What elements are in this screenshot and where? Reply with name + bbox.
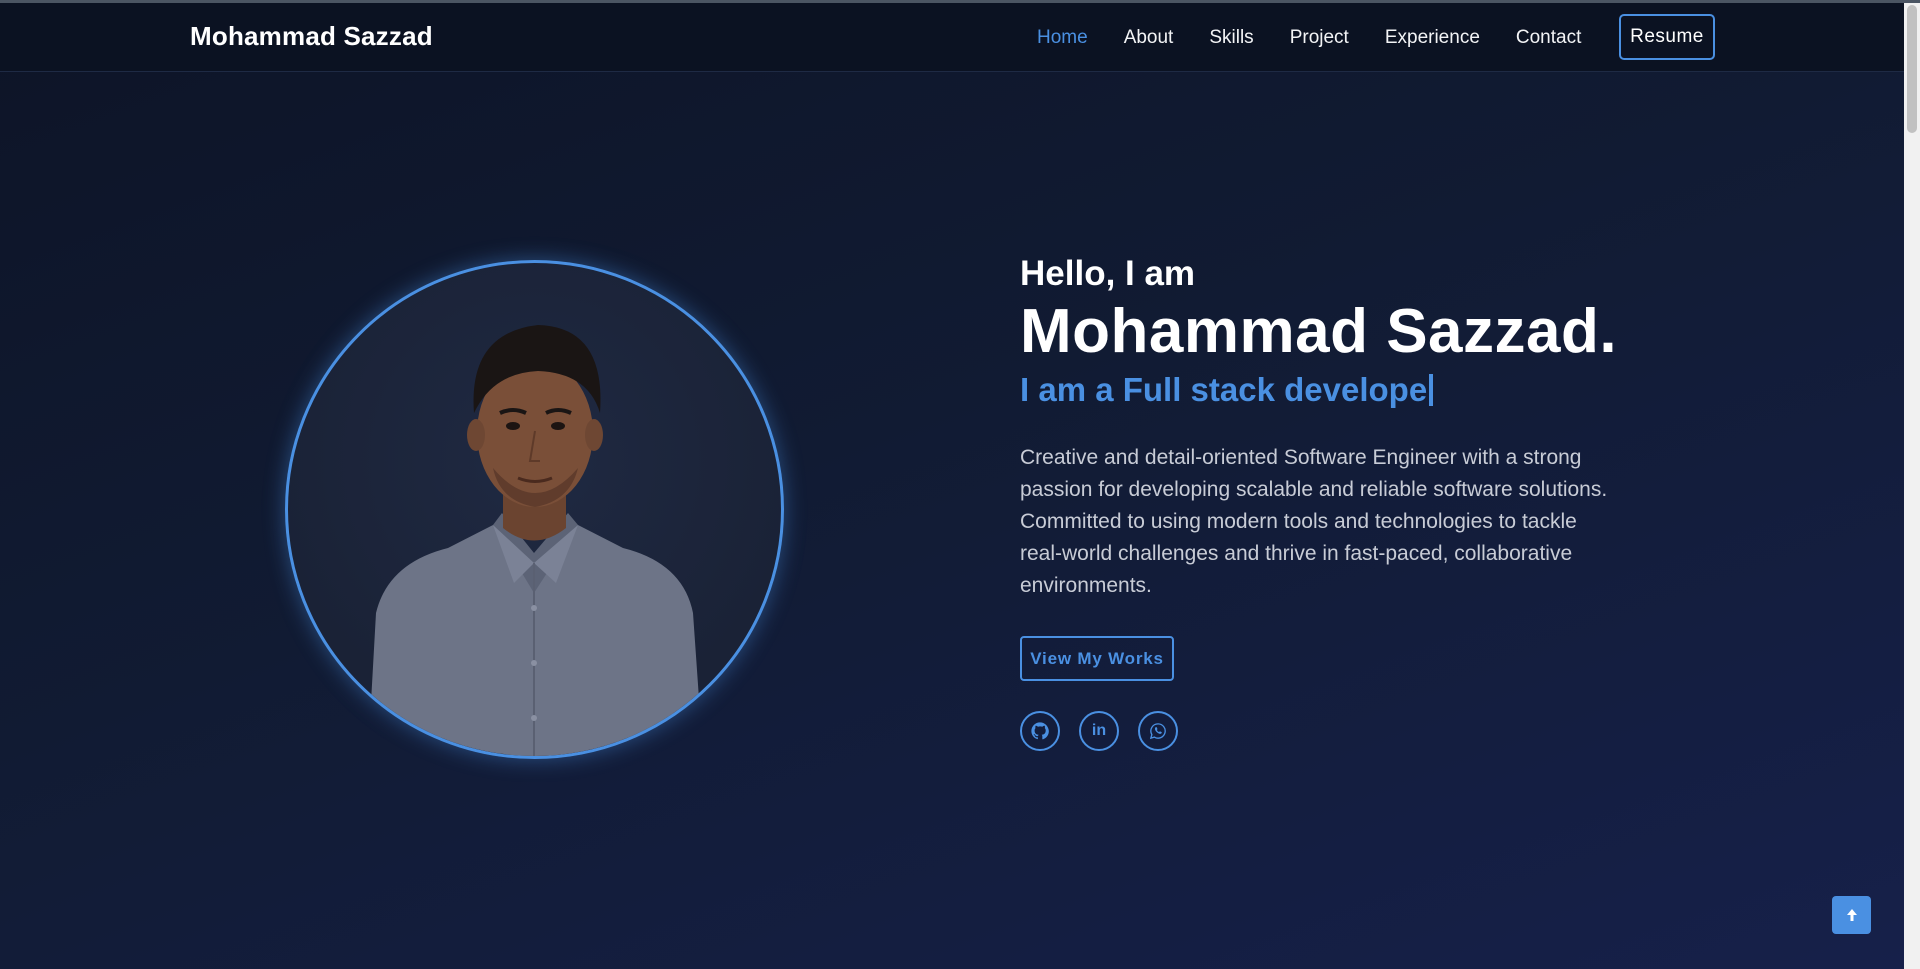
arrow-up-icon [1846, 909, 1857, 921]
nav-link-contact[interactable]: Contact [1516, 27, 1581, 49]
whatsapp-link[interactable] [1138, 711, 1178, 751]
linkedin-icon: in [1091, 722, 1107, 739]
github-link[interactable] [1020, 711, 1060, 751]
nav-link-home[interactable]: Home [1037, 27, 1088, 49]
typing-text: I am a Full stack develope [1020, 371, 1428, 408]
view-works-button[interactable]: View My Works [1020, 636, 1174, 681]
resume-button[interactable]: Resume [1619, 14, 1715, 60]
profile-photo [285, 260, 784, 759]
hero-tagline: I am a Full stack develope [1020, 368, 1640, 412]
hero-name: Mohammad Sazzad. [1020, 297, 1618, 366]
hero-greeting: Hello, I am [1020, 254, 1196, 293]
page: Mohammad Sazzad Home About Skills Projec… [0, 0, 1920, 969]
nav-link-project[interactable]: Project [1290, 27, 1349, 49]
typing-cursor [1429, 374, 1434, 406]
hero-bio: Creative and detail-oriented Software En… [1020, 446, 1608, 597]
scroll-to-top-button[interactable] [1832, 896, 1871, 934]
github-icon [1031, 722, 1049, 740]
whatsapp-icon [1149, 723, 1166, 740]
nav-link-skills[interactable]: Skills [1209, 27, 1253, 49]
brand-logo[interactable]: Mohammad Sazzad [190, 21, 433, 52]
nav-link-experience[interactable]: Experience [1385, 27, 1480, 49]
linkedin-link[interactable]: in [1079, 711, 1119, 751]
nav-links: Home About Skills Project Experience Con… [1037, 3, 1617, 72]
navbar: Mohammad Sazzad Home About Skills Projec… [0, 3, 1904, 72]
social-links: in [1020, 711, 1640, 751]
nav-link-about[interactable]: About [1124, 27, 1174, 49]
scrollbar-thumb[interactable] [1907, 5, 1917, 133]
profile-portrait-illustration [368, 325, 703, 756]
page-scrollbar[interactable] [1904, 3, 1920, 969]
hero-section: Hello, I am Mohammad Sazzad. I am a Full… [1020, 250, 1640, 751]
